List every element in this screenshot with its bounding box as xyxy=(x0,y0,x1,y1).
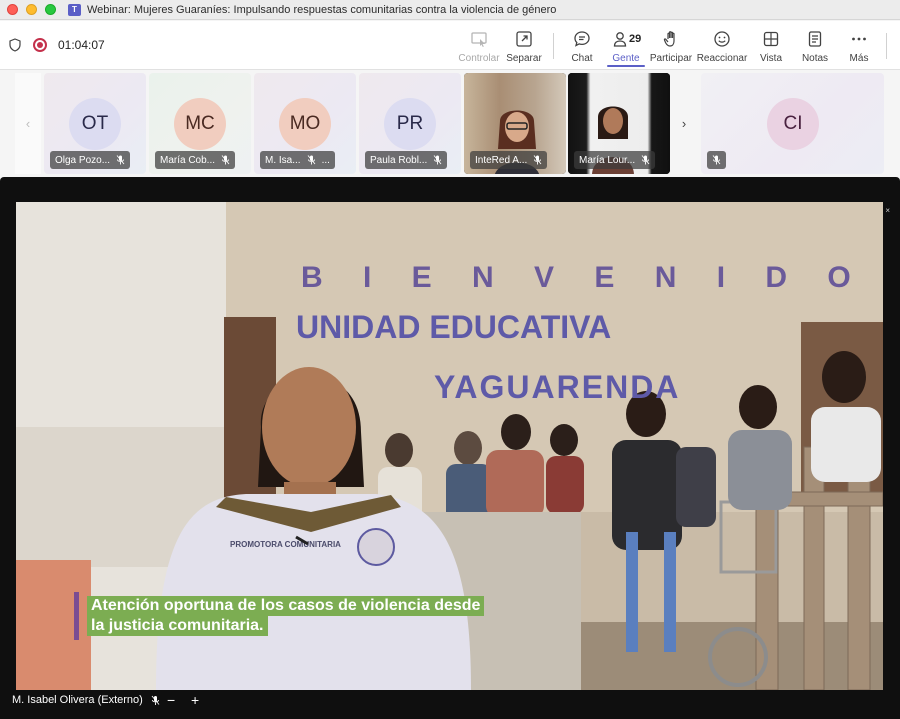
title-bar: T Webinar: Mujeres Guaraníes: Impulsando… xyxy=(0,0,900,20)
mic-muted-icon xyxy=(221,155,230,165)
smiley-icon xyxy=(714,31,730,47)
gallery-next-button[interactable]: › xyxy=(671,73,697,174)
chat-icon xyxy=(574,31,590,47)
participant-nametag: María Lour... xyxy=(574,151,656,169)
reaccionar-label: Reaccionar xyxy=(696,53,748,64)
notas-label: Notas xyxy=(801,53,829,64)
meeting-timer: 01:04:07 xyxy=(58,38,105,52)
people-count: 29 xyxy=(629,33,642,45)
close-stage-icon[interactable]: × xyxy=(885,206,890,215)
participant-video-tile[interactable]: InteRed A... xyxy=(464,73,566,174)
mic-muted-icon xyxy=(151,695,160,705)
window-title: Webinar: Mujeres Guaraníes: Impulsando r… xyxy=(87,3,557,16)
controlar-label: Controlar xyxy=(458,53,500,64)
wall-text-school: UNIDAD EDUCATIVA xyxy=(296,309,611,345)
participant-nametag: InteRed A... xyxy=(470,151,548,169)
teams-icon: T xyxy=(68,3,81,16)
participant-nametag xyxy=(707,151,726,169)
participant-name: InteRed A... xyxy=(475,154,528,166)
notes-icon xyxy=(808,31,822,47)
participant-name: Paula Robl... xyxy=(370,154,428,166)
raise-hand-icon xyxy=(663,31,675,47)
shared-video[interactable]: B I E N V E N I D O S A L A UNIDAD EDUCA… xyxy=(16,202,883,690)
participant-name: María Cob... xyxy=(160,154,216,166)
wall-text-welcome: B I E N V E N I D O S A L A xyxy=(301,261,883,294)
chevron-left-icon: ‹ xyxy=(25,116,31,131)
speaker-name: M. Isabel Olivera (Externo) xyxy=(12,694,143,706)
participant-nametag: M. Isa... ... xyxy=(260,151,335,169)
chat-label: Chat xyxy=(571,53,593,64)
maximize-window-button[interactable] xyxy=(45,4,56,15)
shared-video-stage: — □ × xyxy=(0,177,900,719)
participant-nametag: María Cob... xyxy=(155,151,236,169)
wall-text-place: YAGUARENDA xyxy=(434,369,680,405)
avatar: MC xyxy=(174,98,226,150)
caption-line-1: Atención oportuna de los casos de violen… xyxy=(87,596,485,616)
participant-tile[interactable]: CI xyxy=(701,73,884,174)
participant-nametag: Olga Pozo... xyxy=(50,151,131,169)
people-icon xyxy=(613,32,627,47)
participant-nametag: Paula Robl... xyxy=(365,151,448,169)
mas-label: Más xyxy=(849,53,869,64)
mic-muted-icon xyxy=(116,155,125,165)
toolbar-divider xyxy=(886,33,887,59)
separar-button[interactable]: Separar xyxy=(496,30,552,64)
participant-name: M. Isa... xyxy=(265,154,301,166)
zoom-out-button[interactable]: − xyxy=(167,693,175,707)
participar-label: Participar xyxy=(649,53,693,64)
participant-more-button[interactable]: ... xyxy=(322,155,330,166)
mas-button[interactable]: Más xyxy=(831,30,887,64)
avatar: PR xyxy=(384,98,436,150)
participant-gallery: ‹ OT Olga Pozo... MC María Cob... MO M. … xyxy=(0,71,900,177)
vista-label: Vista xyxy=(759,53,783,64)
shirt-text: PROMOTORA COMUNITARIA xyxy=(230,540,341,549)
shield-icon[interactable] xyxy=(9,38,21,52)
meeting-toolbar: 01:04:07 Controlar Separar Chat 29 Gente… xyxy=(0,21,900,70)
participar-button[interactable]: Participar xyxy=(643,30,699,64)
recording-icon xyxy=(33,38,47,52)
close-window-button[interactable] xyxy=(7,4,18,15)
mic-muted-icon xyxy=(307,155,315,165)
caption-line-2: la justicia comunitaria. xyxy=(87,616,268,636)
participant-video-tile[interactable]: María Lour... xyxy=(568,73,670,174)
participant-tile[interactable]: MC María Cob... xyxy=(149,73,251,174)
participant-tile[interactable]: OT Olga Pozo... xyxy=(44,73,146,174)
participant-tile[interactable]: MO M. Isa... ... xyxy=(254,73,356,174)
mic-muted-icon xyxy=(641,155,650,165)
avatar: OT xyxy=(69,98,121,150)
gente-label: Gente xyxy=(612,53,640,64)
caption-accent xyxy=(74,592,79,640)
control-icon xyxy=(471,32,487,47)
participant-tile[interactable]: PR Paula Robl... xyxy=(359,73,461,174)
meeting-info: 01:04:07 xyxy=(9,38,105,52)
chevron-right-icon: › xyxy=(681,116,687,131)
participant-name: Olga Pozo... xyxy=(55,154,111,166)
active-tab-indicator xyxy=(607,65,645,67)
grid-view-icon xyxy=(763,31,779,47)
participant-name: María Lour... xyxy=(579,154,636,166)
window-controls xyxy=(7,4,56,15)
mic-muted-icon xyxy=(712,155,721,165)
mic-muted-icon xyxy=(533,155,542,165)
zoom-in-button[interactable]: + xyxy=(191,693,199,707)
speaker-nametag: M. Isabel Olivera (Externo) xyxy=(12,694,160,706)
avatar: CI xyxy=(767,98,819,150)
reaccionar-button[interactable]: Reaccionar xyxy=(694,30,750,64)
pop-out-icon xyxy=(516,31,532,47)
more-icon xyxy=(852,37,866,41)
minimize-window-button[interactable] xyxy=(26,4,37,15)
gallery-prev-button[interactable]: ‹ xyxy=(15,73,41,174)
separar-label: Separar xyxy=(506,53,542,64)
avatar: MO xyxy=(279,98,331,150)
mic-muted-icon xyxy=(433,155,442,165)
